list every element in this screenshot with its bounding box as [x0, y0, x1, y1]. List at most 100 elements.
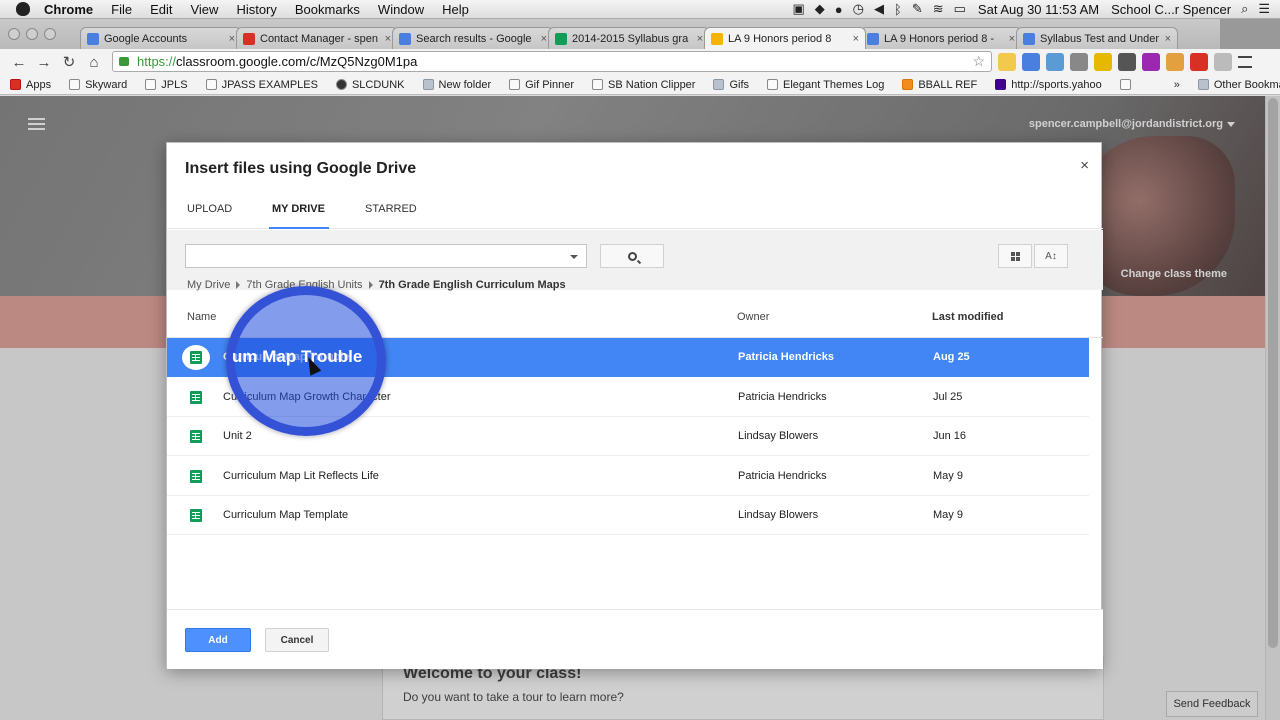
breadcrumb-my-drive[interactable]: My Drive	[187, 279, 230, 291]
home-icon[interactable]: ⌂	[83, 54, 105, 71]
column-header-owner[interactable]: Owner	[737, 311, 769, 323]
time-machine-icon[interactable]: ◷	[853, 1, 864, 17]
menu-clock[interactable]: Sat Aug 30 11:53 AM	[978, 2, 1099, 17]
bookmark-item[interactable]: JPLS	[145, 79, 188, 91]
reload-icon[interactable]: ↻	[58, 53, 80, 71]
search-button[interactable]	[600, 244, 664, 268]
bookmark-item[interactable]: SLCDUNK	[335, 79, 405, 91]
browser-tab[interactable]: Contact Manager - spen ×	[236, 27, 398, 49]
tab-starred[interactable]: STARRED	[365, 203, 417, 215]
menu-window[interactable]: Window	[378, 2, 424, 17]
extension-icon[interactable]	[1118, 53, 1136, 71]
bookmark-item[interactable]: BBALL REF	[902, 79, 977, 91]
close-icon[interactable]: ×	[1080, 157, 1089, 174]
browser-tab[interactable]: Google Accounts ×	[80, 27, 242, 49]
extension-icon[interactable]	[1094, 53, 1112, 71]
search-options-caret-icon[interactable]	[570, 255, 578, 259]
tab-close-icon[interactable]: ×	[853, 33, 859, 45]
minimize-window-icon[interactable]	[26, 28, 38, 40]
bookmark-star-icon[interactable]: ☆	[972, 53, 985, 70]
forward-icon[interactable]: →	[33, 54, 55, 71]
bookmark-item[interactable]: Elegant Themes Log	[767, 79, 884, 91]
folder-icon	[713, 79, 725, 90]
browser-tab[interactable]: 2014-2015 Syllabus gra ×	[548, 27, 710, 49]
bookmark-item[interactable]: Skyward	[69, 79, 127, 91]
browser-tab[interactable]: Syllabus Test and Under ×	[1016, 27, 1178, 49]
column-header-last-modified[interactable]: Last modified	[932, 311, 1004, 323]
bookmark-folder[interactable]: Gifs	[713, 79, 749, 91]
menu-view[interactable]: View	[190, 2, 218, 17]
tab-favicon-icon	[399, 32, 411, 45]
dropbox-icon[interactable]: ◆	[815, 1, 825, 17]
menu-edit[interactable]: Edit	[150, 2, 172, 17]
camera-icon[interactable]: ▣	[793, 1, 805, 17]
wifi-icon[interactable]: ≋	[933, 1, 944, 17]
sort-button[interactable]: A↕	[1034, 244, 1068, 268]
pen-icon[interactable]: ✎	[912, 1, 923, 17]
file-row[interactable]: Curriculum Map Lit Reflects Life Patricia…	[167, 457, 1089, 496]
bookmark-folder[interactable]: New folder	[422, 79, 491, 91]
browser-tab[interactable]: LA 9 Honors period 8 - ×	[860, 27, 1022, 49]
page-icon	[69, 79, 81, 90]
add-button[interactable]: Add	[185, 628, 251, 652]
extension-icon[interactable]	[1046, 53, 1064, 71]
tab-close-icon[interactable]: ×	[1009, 33, 1015, 45]
spotlight-icon[interactable]: ⌕	[1241, 1, 1248, 17]
extension-icon[interactable]	[1166, 53, 1184, 71]
profile-button[interactable]	[1220, 19, 1280, 49]
bookmark-apps[interactable]: Apps	[10, 79, 51, 91]
spreadsheet-icon	[190, 469, 202, 483]
grid-view-button[interactable]	[998, 244, 1032, 268]
back-icon[interactable]: ←	[8, 54, 30, 71]
menu-bookmarks[interactable]: Bookmarks	[295, 2, 360, 17]
file-name: Unit 2	[223, 430, 252, 443]
extension-icon[interactable]	[1142, 53, 1160, 71]
menu-file[interactable]: File	[111, 2, 132, 17]
bluetooth-icon[interactable]: ᛒ	[894, 2, 902, 17]
menu-help[interactable]: Help	[442, 2, 469, 17]
bookmark-item[interactable]: http://sports.yahoo	[995, 79, 1102, 91]
extension-icon[interactable]	[1070, 53, 1088, 71]
bookmark-item[interactable]: SB Nation Clipper	[592, 79, 695, 91]
browser-tab[interactable]: Search results - Google ×	[392, 27, 554, 49]
bookmark-item[interactable]: JPASS EXAMPLES	[205, 79, 318, 91]
search-input[interactable]	[185, 244, 587, 268]
menu-history[interactable]: History	[236, 2, 276, 17]
tab-close-icon[interactable]: ×	[541, 33, 547, 45]
address-bar[interactable]: https://classroom.google.com/c/MzQ5Nzg0M…	[112, 51, 992, 72]
spreadsheet-icon	[190, 390, 202, 404]
bookmark-item[interactable]: Gif Pinner	[509, 79, 574, 91]
extension-icon[interactable]	[998, 53, 1016, 71]
file-owner: Patricia Hendricks	[738, 469, 827, 482]
close-window-icon[interactable]	[8, 28, 20, 40]
tab-close-icon[interactable]: ×	[229, 33, 235, 45]
menu-app-name[interactable]: Chrome	[44, 2, 93, 17]
notification-center-icon[interactable]: ☰	[1258, 1, 1270, 17]
volume-icon[interactable]: ◀	[874, 1, 884, 17]
grid-view-icon	[1010, 251, 1020, 261]
bookmark-item[interactable]	[1119, 79, 1136, 90]
tab-upload[interactable]: UPLOAD	[187, 203, 232, 215]
extension-icon[interactable]	[1022, 53, 1040, 71]
battery-icon[interactable]: ▭	[954, 1, 966, 17]
menu-user[interactable]: School C...r Spencer	[1111, 2, 1231, 17]
cancel-button[interactable]: Cancel	[265, 628, 329, 652]
tab-close-icon[interactable]: ×	[697, 33, 703, 45]
column-header-name[interactable]: Name	[187, 311, 216, 323]
browser-tab[interactable]: LA 9 Honors period 8 ×	[704, 27, 866, 49]
sort-az-icon: A↕	[1045, 250, 1057, 262]
bookmarks-overflow-chevron[interactable]: »	[1174, 79, 1180, 91]
file-owner: Lindsay Blowers	[738, 509, 819, 522]
file-row[interactable]: Curriculum Map Template Lindsay Blowers Ma…	[167, 496, 1089, 536]
chrome-menu-icon[interactable]	[1238, 56, 1252, 68]
other-bookmarks[interactable]: Other Bookmarks	[1197, 79, 1280, 91]
extension-icon[interactable]	[1214, 53, 1232, 71]
page-icon	[205, 79, 217, 90]
apple-icon[interactable]	[16, 2, 30, 16]
zoom-window-icon[interactable]	[44, 28, 56, 40]
tab-my-drive[interactable]: MY DRIVE	[272, 203, 325, 215]
evernote-icon[interactable]: ●	[835, 2, 843, 17]
tab-close-icon[interactable]: ×	[1165, 33, 1171, 45]
tab-close-icon[interactable]: ×	[385, 33, 391, 45]
extension-icon[interactable]	[1190, 53, 1208, 71]
